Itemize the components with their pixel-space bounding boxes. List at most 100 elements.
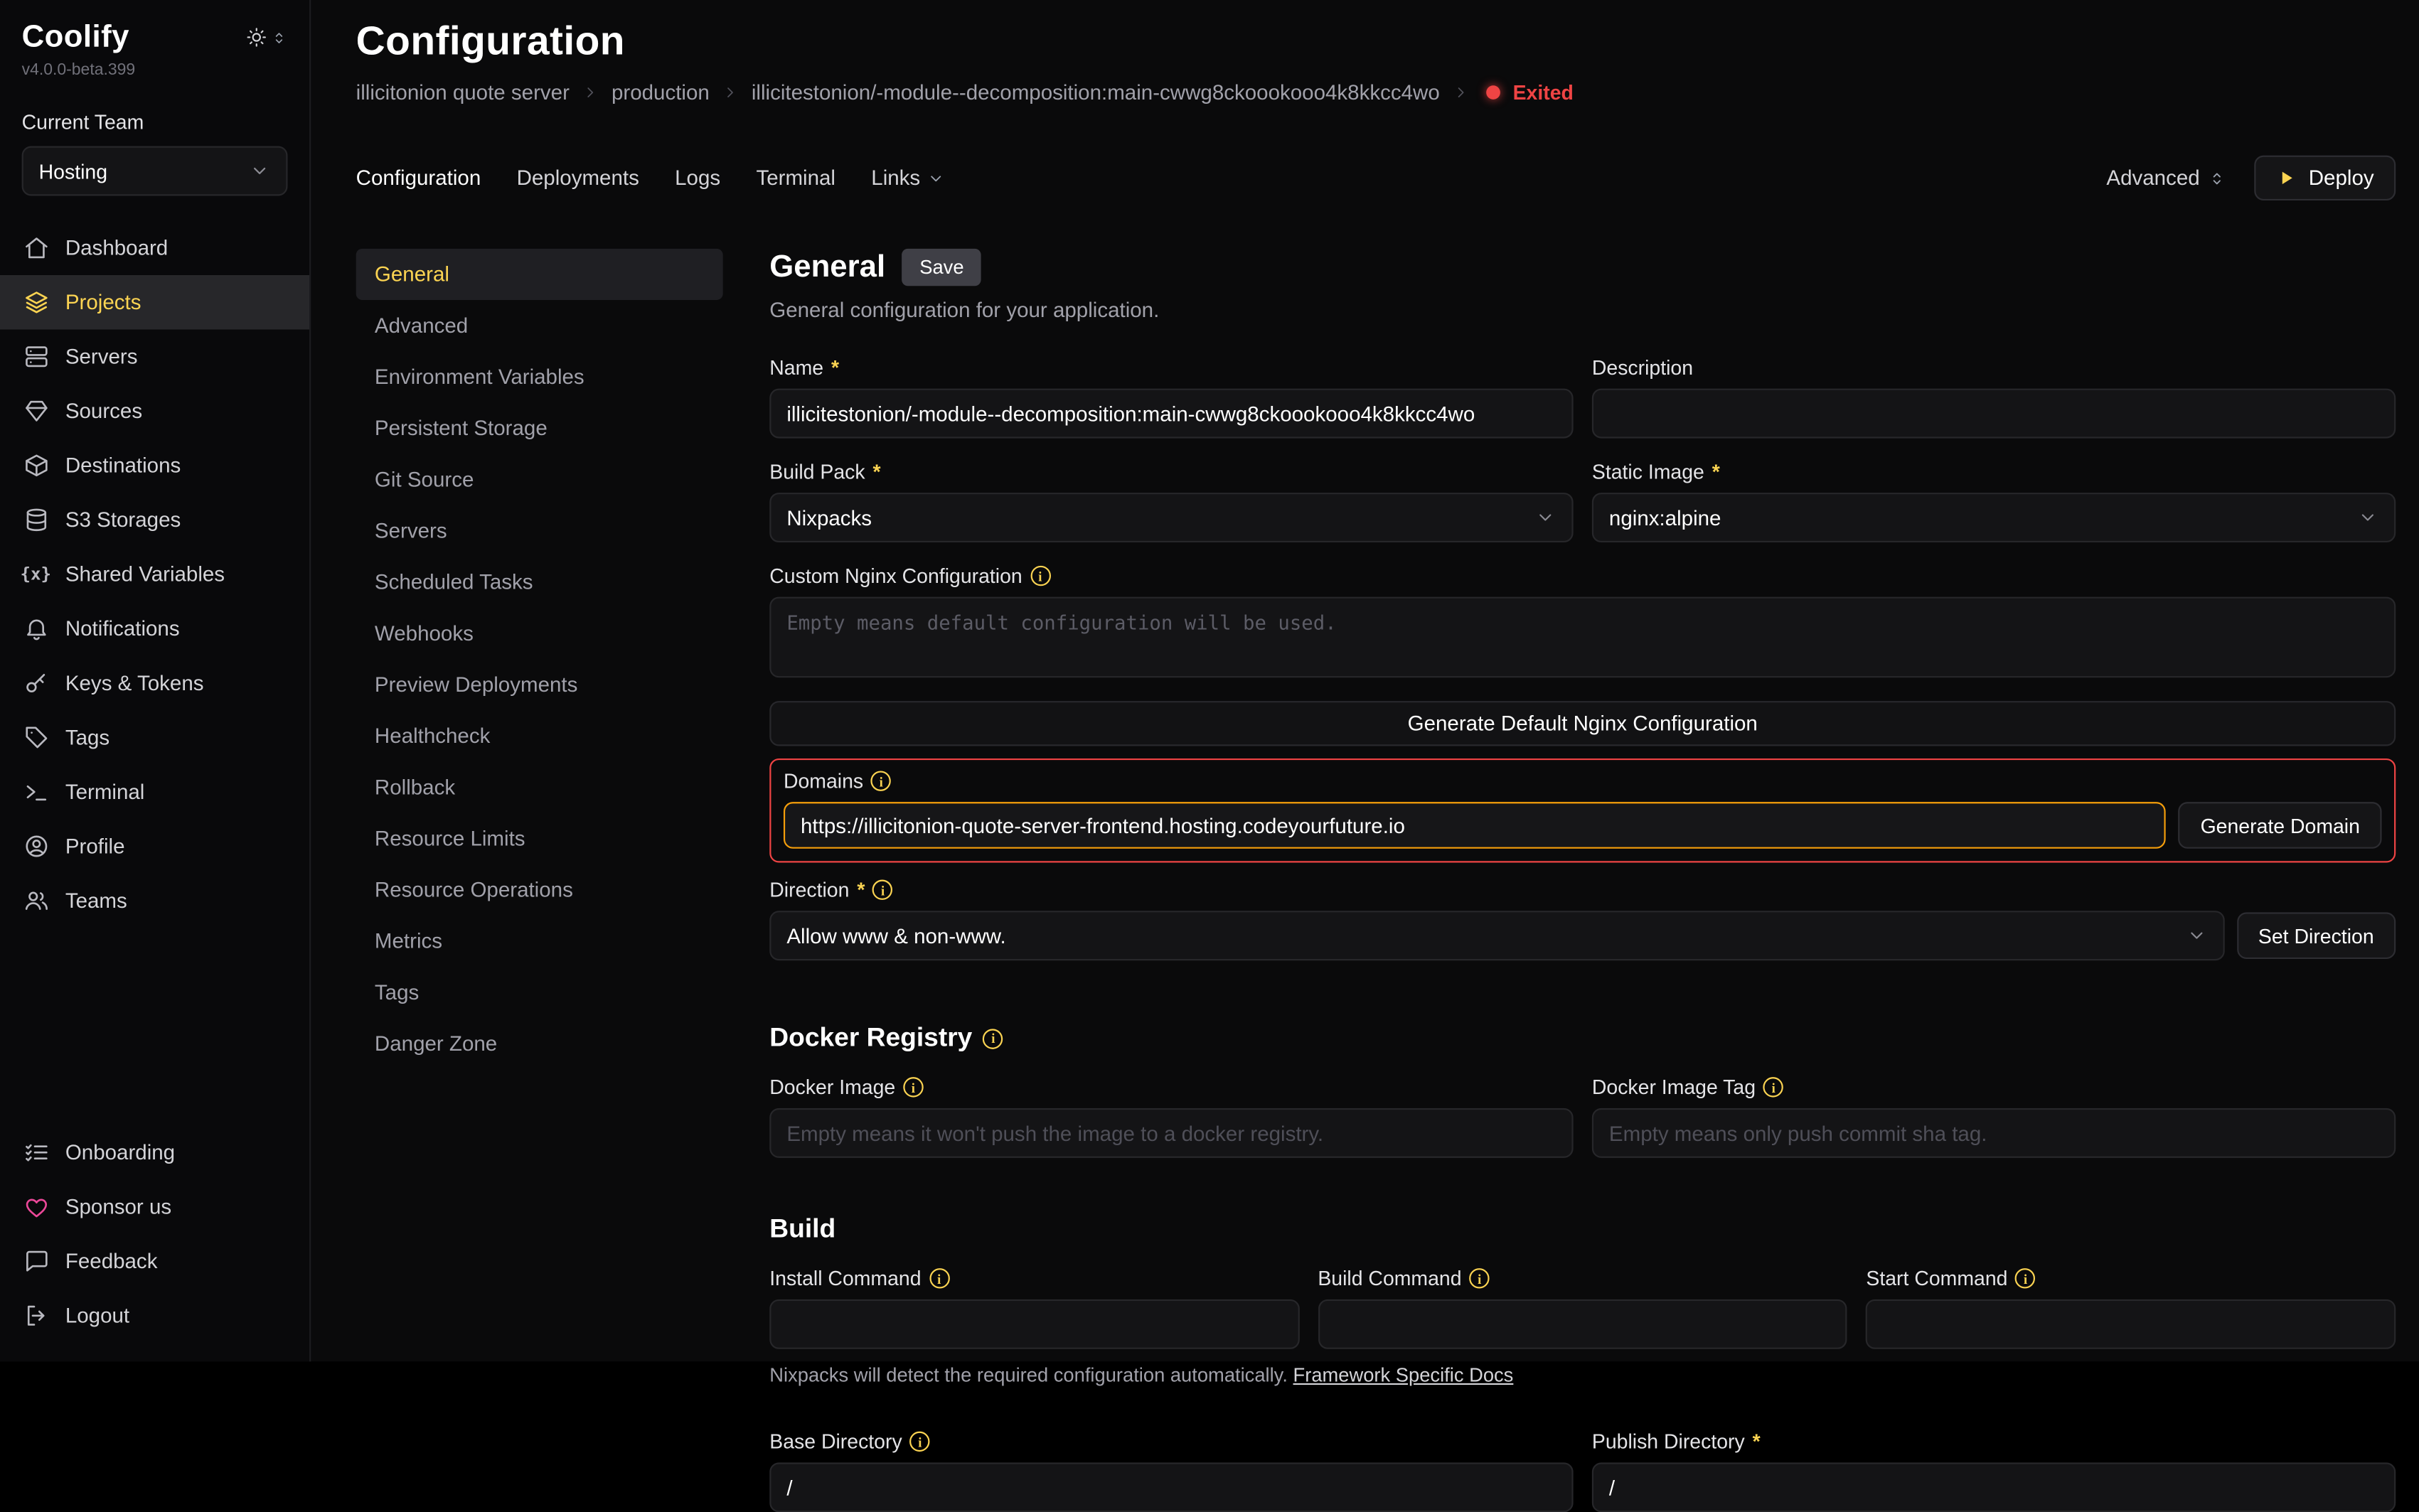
- subnav-item-metrics[interactable]: Metrics: [356, 916, 723, 967]
- sidebar-item-servers[interactable]: Servers: [0, 330, 309, 385]
- advanced-toggle[interactable]: Advanced: [2106, 166, 2226, 190]
- subnav-item-resource-operations[interactable]: Resource Operations: [356, 864, 723, 916]
- message-icon: [22, 1248, 50, 1275]
- subnav-item-git-source[interactable]: Git Source: [356, 454, 723, 505]
- section-header: General Save: [769, 249, 2396, 286]
- subnav-item-label: Tags: [375, 981, 419, 1004]
- domains-row: Generate Domain: [784, 802, 2382, 849]
- subnav-item-environment-variables[interactable]: Environment Variables: [356, 351, 723, 402]
- subnav-item-label: Metrics: [375, 929, 442, 953]
- base-directory-input[interactable]: [769, 1462, 1573, 1512]
- subnav-item-label: Scheduled Tasks: [375, 570, 533, 594]
- static-image-select[interactable]: nginx:alpine: [1592, 493, 2396, 542]
- docker-image-label: Docker Image: [769, 1076, 1573, 1099]
- required-marker: *: [872, 460, 880, 483]
- nginx-config-textarea[interactable]: [769, 597, 2396, 678]
- chevrons-up-down-icon: [2208, 168, 2226, 187]
- direction-row: Allow www & non-www. Set Direction: [769, 911, 2396, 960]
- sidebar-item-shared-variables[interactable]: {x}Shared Variables: [0, 547, 309, 602]
- sidebar-item-sources[interactable]: Sources: [0, 384, 309, 439]
- theme-switcher[interactable]: [245, 26, 287, 48]
- subnav-item-label: Rollback: [375, 776, 455, 799]
- sidebar-item-keys-tokens[interactable]: Keys & Tokens: [0, 656, 309, 711]
- subnav-item-advanced[interactable]: Advanced: [356, 300, 723, 351]
- subnav-item-resource-limits[interactable]: Resource Limits: [356, 813, 723, 864]
- tab-label: Terminal: [756, 166, 835, 190]
- domains-label: Domains: [784, 769, 2382, 793]
- sidebar-item-tags[interactable]: Tags: [0, 710, 309, 765]
- sidebar-item-terminal[interactable]: Terminal: [0, 765, 309, 820]
- generate-domain-button[interactable]: Generate Domain: [2179, 802, 2382, 849]
- docker-image-tag-field: Docker Image Tag: [1592, 1076, 2396, 1158]
- advanced-label: Advanced: [2106, 166, 2199, 190]
- name-input[interactable]: [769, 389, 1573, 439]
- sidebar-item-onboarding[interactable]: Onboarding: [0, 1125, 309, 1180]
- sidebar-item-sponsor-us[interactable]: Sponsor us: [0, 1179, 309, 1234]
- tab-links[interactable]: Links: [871, 166, 945, 190]
- tab-deployments[interactable]: Deployments: [517, 166, 639, 190]
- subnav-item-danger-zone[interactable]: Danger Zone: [356, 1018, 723, 1069]
- subnav-item-rollback[interactable]: Rollback: [356, 761, 723, 813]
- sidebar-item-label: Projects: [65, 291, 141, 314]
- install-command-input[interactable]: [769, 1299, 1299, 1349]
- generate-nginx-button[interactable]: Generate Default Nginx Configuration: [769, 701, 2396, 746]
- description-input[interactable]: [1592, 389, 2396, 439]
- breadcrumb-item[interactable]: illicitestonion/-module--decomposition:m…: [752, 81, 1440, 104]
- start-command-input[interactable]: [1866, 1299, 2396, 1349]
- install-command-field: Install Command: [769, 1267, 1299, 1349]
- coolify-app: Coolify v4.0.0-beta.399 Current Team Hos…: [0, 0, 2419, 1361]
- tab-logs[interactable]: Logs: [675, 166, 720, 190]
- subnav-item-webhooks[interactable]: Webhooks: [356, 608, 723, 659]
- docker-image-tag-input[interactable]: [1592, 1108, 2396, 1158]
- base-directory-field: Base Directory: [769, 1430, 1573, 1512]
- sidebar-item-logout[interactable]: Logout: [0, 1289, 309, 1344]
- sidebar-item-notifications[interactable]: Notifications: [0, 601, 309, 656]
- sidebar-item-destinations[interactable]: Destinations: [0, 439, 309, 493]
- team-select[interactable]: Hosting: [22, 146, 288, 196]
- breadcrumb-item[interactable]: production: [612, 81, 710, 104]
- app-title: Coolify: [22, 20, 129, 55]
- sidebar-item-projects[interactable]: Projects: [0, 275, 309, 330]
- subnav-item-scheduled-tasks[interactable]: Scheduled Tasks: [356, 557, 723, 608]
- status-badge: Exited: [1513, 81, 1574, 104]
- sidebar-item-profile[interactable]: Profile: [0, 819, 309, 874]
- docker-image-input[interactable]: [769, 1108, 1573, 1158]
- publish-directory-input[interactable]: [1592, 1462, 2396, 1512]
- bell-icon: [22, 616, 50, 642]
- required-marker: *: [831, 356, 839, 380]
- build-pack-select[interactable]: Nixpacks: [769, 493, 1573, 542]
- domains-fieldset: Domains Generate Domain: [769, 758, 2396, 862]
- chevron-down-icon: [2357, 507, 2379, 529]
- sidebar-item-s3-storages[interactable]: S3 Storages: [0, 493, 309, 547]
- subnav-item-persistent-storage[interactable]: Persistent Storage: [356, 402, 723, 454]
- subnav-item-preview-deployments[interactable]: Preview Deployments: [356, 659, 723, 710]
- save-button[interactable]: Save: [902, 249, 981, 286]
- tab-configuration[interactable]: Configuration: [356, 166, 481, 190]
- sidebar-item-feedback[interactable]: Feedback: [0, 1234, 309, 1289]
- set-direction-button[interactable]: Set Direction: [2236, 912, 2396, 959]
- subnav-item-servers[interactable]: Servers: [356, 505, 723, 557]
- subnav-item-general[interactable]: General: [356, 249, 723, 300]
- framework-docs-link[interactable]: Framework Specific Docs: [1293, 1365, 1514, 1387]
- subnav-item-tags[interactable]: Tags: [356, 967, 723, 1018]
- direction-select[interactable]: Allow www & non-www.: [769, 911, 2224, 960]
- build-pack-label: Build Pack*: [769, 460, 1573, 483]
- breadcrumb-item[interactable]: illicitonion quote server: [356, 81, 570, 104]
- tab-terminal[interactable]: Terminal: [756, 166, 835, 190]
- config-body: GeneralAdvancedEnvironment Variables Pers…: [356, 249, 2396, 1361]
- sidebar-item-dashboard[interactable]: Dashboard: [0, 220, 309, 275]
- chevron-down-icon: [1534, 507, 1556, 529]
- sidebar-item-label: Terminal: [65, 781, 145, 804]
- deploy-button[interactable]: Deploy: [2254, 156, 2396, 200]
- variable-icon: {x}: [22, 566, 50, 583]
- subnav-item-healthcheck[interactable]: Healthcheck: [356, 710, 723, 761]
- subnav-item-label: Persistent Storage: [375, 417, 548, 440]
- domains-input[interactable]: [784, 802, 2167, 849]
- static-image-value: nginx:alpine: [1609, 506, 1721, 530]
- build-command-label: Build Command: [1318, 1267, 1847, 1290]
- sidebar-item-label: Sponsor us: [65, 1195, 171, 1218]
- chevron-down-icon: [927, 168, 945, 187]
- build-command-input[interactable]: [1318, 1299, 1847, 1349]
- sidebar-item-teams[interactable]: Teams: [0, 874, 309, 928]
- deploy-label: Deploy: [2309, 166, 2374, 190]
